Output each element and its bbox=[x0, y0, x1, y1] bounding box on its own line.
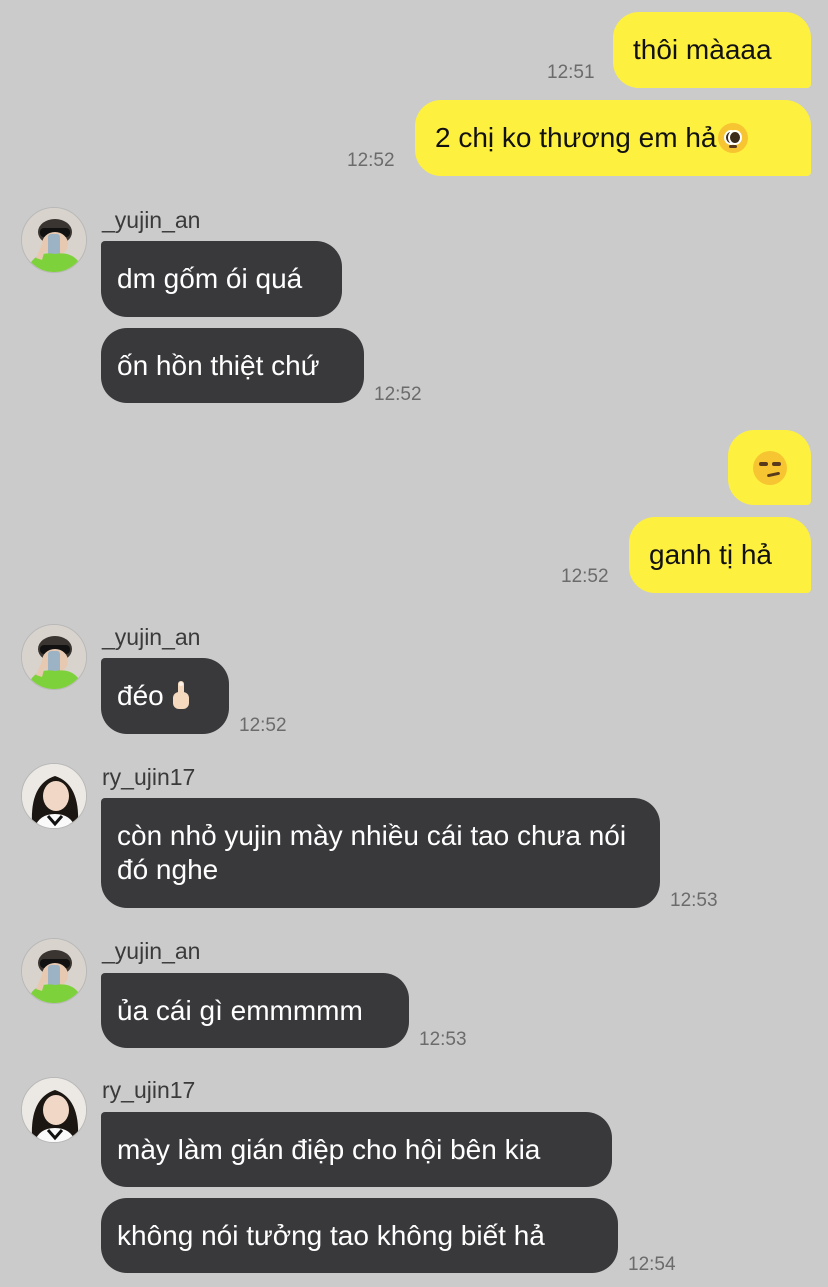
avatar-image bbox=[22, 764, 86, 828]
timestamp: 12:54 bbox=[628, 1254, 676, 1275]
incoming-message[interactable]: dm gốm ói quá bbox=[101, 241, 342, 317]
timestamp: 12:53 bbox=[419, 1029, 467, 1050]
incoming-message[interactable]: ốn hồn thiệt chứ bbox=[101, 328, 364, 403]
message-text: dm gốm ói quá bbox=[117, 263, 303, 294]
avatar-yujin-an[interactable] bbox=[21, 207, 87, 273]
avatar-image bbox=[22, 939, 86, 1003]
timestamp: 12:52 bbox=[239, 715, 287, 736]
smirking-face-icon bbox=[752, 450, 787, 485]
avatar-ry-ujin17[interactable] bbox=[21, 763, 87, 829]
outgoing-message[interactable]: thôi màaaa bbox=[613, 12, 811, 88]
message-text: 2 chị ko thương em hả bbox=[435, 122, 717, 153]
message-text: đéo bbox=[117, 680, 164, 711]
message-text: mày làm gián điệp cho hội bên kia bbox=[117, 1133, 541, 1165]
sender-name: _yujin_an bbox=[102, 938, 201, 964]
timestamp: 12:52 bbox=[374, 384, 422, 405]
message-text: ủa cái gì emmmmm bbox=[117, 994, 363, 1026]
message-text: còn nhỏ yujin mày nhiều cái tao chưa nói… bbox=[117, 820, 627, 885]
timestamp: 12:52 bbox=[561, 566, 609, 587]
avatar-image bbox=[22, 625, 86, 689]
incoming-message[interactable]: ủa cái gì emmmmm bbox=[101, 973, 409, 1048]
outgoing-message[interactable]: 2 chị ko thương em hả bbox=[415, 100, 811, 176]
avatar-image bbox=[22, 208, 86, 272]
timestamp: 12:52 bbox=[347, 150, 395, 171]
message-text: thôi màaaa bbox=[633, 34, 772, 65]
avatar-yujin-an[interactable] bbox=[21, 624, 87, 690]
message-text: ốn hồn thiệt chứ bbox=[117, 349, 320, 381]
avatar-image bbox=[22, 1078, 86, 1142]
timestamp: 12:53 bbox=[670, 890, 718, 911]
incoming-message[interactable]: mày làm gián điệp cho hội bên kia bbox=[101, 1112, 612, 1187]
message-text: không nói tưởng tao không biết hả bbox=[117, 1219, 545, 1251]
pleading-face-icon bbox=[718, 123, 749, 153]
sender-name: _yujin_an bbox=[102, 624, 201, 650]
avatar-ry-ujin17[interactable] bbox=[21, 1077, 87, 1143]
sender-name: _yujin_an bbox=[102, 207, 201, 233]
outgoing-message[interactable] bbox=[728, 430, 811, 505]
message-text: ganh tị hả bbox=[649, 539, 772, 570]
timestamp: 12:51 bbox=[547, 62, 595, 83]
sender-name: ry_ujin17 bbox=[102, 1077, 196, 1103]
middle-finger-icon bbox=[172, 681, 189, 709]
incoming-message[interactable]: đéo bbox=[101, 658, 229, 734]
avatar-yujin-an[interactable] bbox=[21, 938, 87, 1004]
sender-name: ry_ujin17 bbox=[102, 764, 196, 790]
incoming-message[interactable]: còn nhỏ yujin mày nhiều cái tao chưa nói… bbox=[101, 798, 660, 908]
outgoing-message[interactable]: ganh tị hả bbox=[629, 517, 811, 593]
incoming-message[interactable]: không nói tưởng tao không biết hả bbox=[101, 1198, 618, 1273]
